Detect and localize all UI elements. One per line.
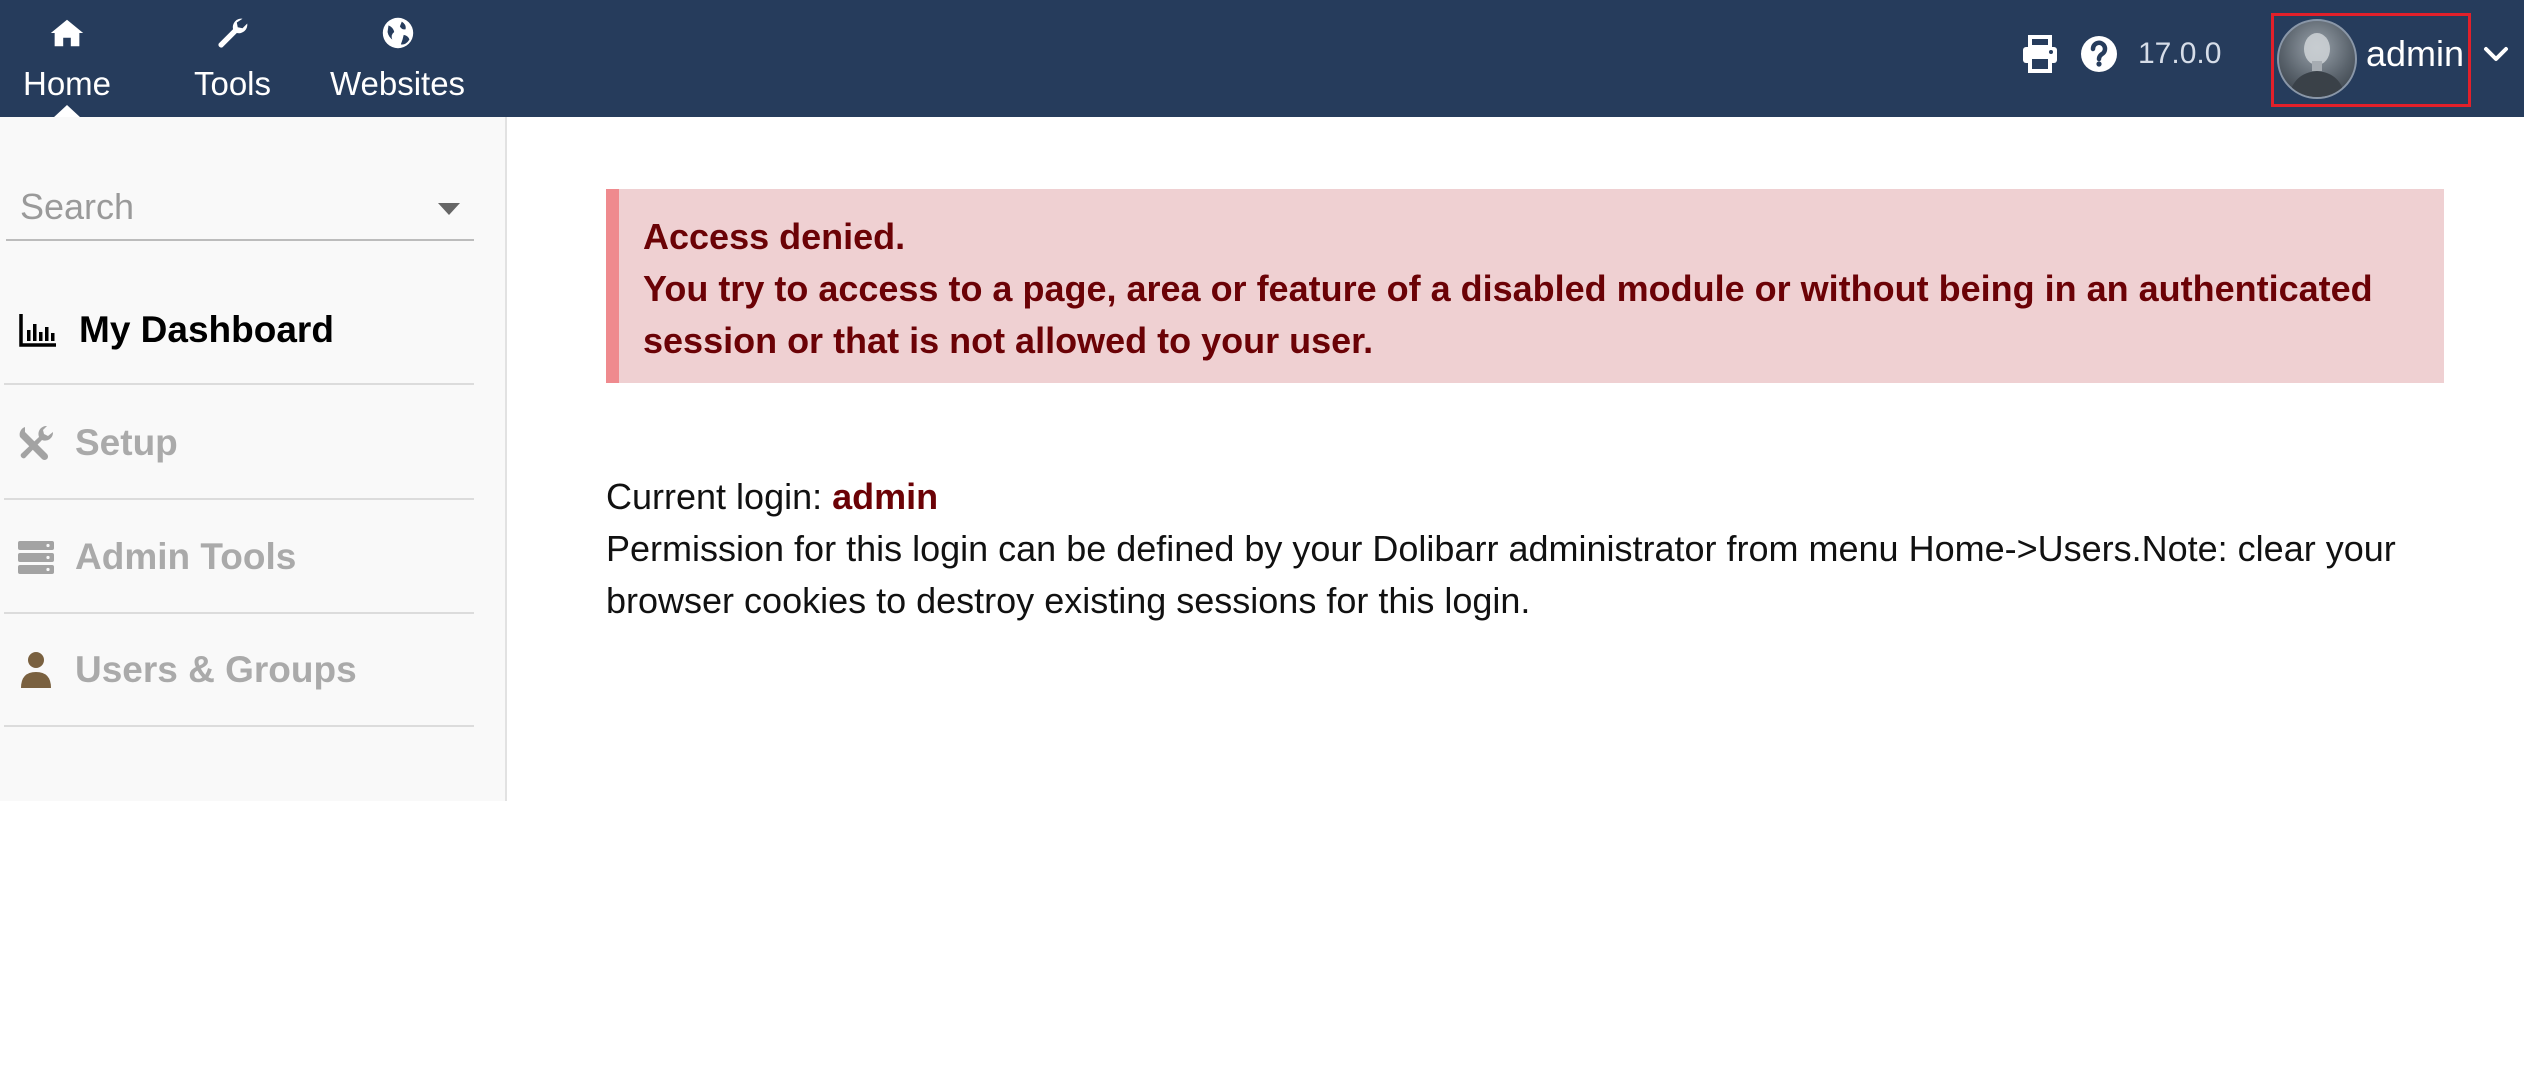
error-message: You try to access to a page, area or fea…: [643, 268, 2373, 361]
nav-websites-label: Websites: [329, 65, 466, 102]
version-label: 17.0.0: [2138, 37, 2222, 70]
nav-websites[interactable]: Websites: [315, 0, 480, 117]
sidebar-item-label: Admin Tools: [75, 536, 297, 577]
home-icon: [50, 19, 84, 47]
avatar: [2277, 19, 2357, 99]
error-title: Access denied.: [643, 216, 906, 257]
search-placeholder: Search: [20, 186, 135, 227]
print-icon[interactable]: [2020, 34, 2060, 74]
current-login-name: admin: [832, 476, 939, 517]
nav-tools-label: Tools: [193, 65, 272, 102]
sidebar: Search My Dashboard Setup Admin Tools Us…: [0, 117, 507, 801]
permission-note: Permission for this login can be defined…: [606, 528, 2396, 621]
tools-icon: [19, 425, 54, 461]
sidebar-item-admin-tools[interactable]: Admin Tools: [4, 501, 474, 614]
sidebar-item-label: Setup: [75, 422, 178, 463]
server-icon: [18, 541, 54, 574]
avatar-silhouette-icon: [2289, 33, 2345, 97]
sidebar-item-setup[interactable]: Setup: [4, 387, 474, 500]
login-info: Current login: admin Permission for this…: [606, 471, 2456, 627]
user-name: admin: [2366, 33, 2465, 74]
chart-bar-icon: [19, 314, 56, 347]
top-menu-bar: Home Tools Websites 17.0.0 admin: [0, 0, 2524, 118]
chevron-down-icon[interactable]: [2482, 40, 2510, 68]
sidebar-item-label: My Dashboard: [79, 309, 334, 350]
access-denied-alert: Access denied. You try to access to a pa…: [606, 189, 2444, 383]
user-menu[interactable]: admin: [2271, 13, 2471, 107]
nav-tools[interactable]: Tools: [150, 0, 315, 117]
sidebar-item-users-groups[interactable]: Users & Groups: [4, 614, 474, 727]
globe-icon: [382, 17, 413, 49]
search-input[interactable]: Search: [6, 179, 474, 241]
sidebar-item-my-dashboard[interactable]: My Dashboard: [4, 272, 474, 385]
nav-home-label: Home: [22, 65, 112, 102]
dropdown-caret-icon[interactable]: [438, 203, 460, 215]
wrench-icon: [217, 18, 247, 48]
sidebar-item-label: Users & Groups: [75, 649, 357, 690]
help-icon[interactable]: [2079, 34, 2119, 74]
nav-home[interactable]: Home: [0, 0, 134, 117]
user-icon: [21, 652, 51, 688]
current-login-label: Current login:: [606, 476, 833, 517]
